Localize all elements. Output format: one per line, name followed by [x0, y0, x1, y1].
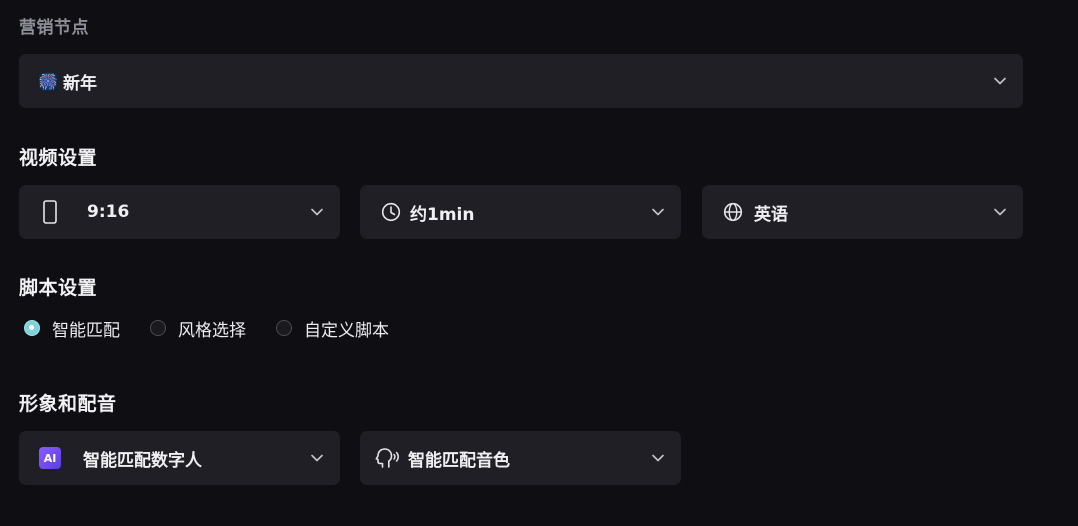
radio-indicator[interactable] [24, 320, 40, 336]
aspect-ratio-value: 9:16 [87, 202, 130, 222]
clock-icon [378, 199, 404, 225]
language-select[interactable]: 英语 [702, 185, 1023, 239]
script-mode-radio-group: 智能匹配 风格选择 自定义脚本 [24, 316, 419, 341]
radio-custom-script[interactable]: 自定义脚本 [276, 316, 389, 341]
speaking-head-icon [372, 445, 402, 471]
radio-label: 风格选择 [178, 320, 246, 341]
ai-badge: AI [39, 447, 61, 469]
section-title-script: 脚本设置 [19, 277, 98, 299]
aspect-ratio-select[interactable]: 9:16 [19, 185, 340, 239]
marketing-node-select[interactable]: 🎆 新年 [19, 54, 1023, 108]
fireworks-icon: 🎆 [38, 71, 58, 91]
radio-smart-match[interactable]: 智能匹配 [24, 316, 120, 341]
section-title-video: 视频设置 [19, 147, 98, 169]
chevron-down-icon [651, 451, 665, 465]
ai-icon: AI [37, 445, 63, 471]
radio-indicator[interactable] [150, 320, 166, 336]
marketing-node-value: 新年 [63, 73, 97, 94]
phone-portrait-icon [37, 199, 63, 225]
chevron-down-icon [310, 451, 324, 465]
digital-human-value: 智能匹配数字人 [83, 450, 202, 471]
radio-style-select[interactable]: 风格选择 [150, 316, 246, 341]
radio-indicator[interactable] [276, 320, 292, 336]
chevron-down-icon [993, 205, 1007, 219]
voice-select[interactable]: 智能匹配音色 [360, 431, 681, 485]
chevron-down-icon [993, 74, 1007, 88]
duration-value: 约1min [410, 204, 475, 225]
radio-label: 智能匹配 [52, 320, 120, 341]
chevron-down-icon [310, 205, 324, 219]
digital-human-select[interactable]: AI 智能匹配数字人 [19, 431, 340, 485]
globe-icon [720, 199, 746, 225]
radio-label: 自定义脚本 [304, 320, 389, 341]
voice-value: 智能匹配音色 [408, 450, 510, 471]
section-title-marketing: 营销节点 [19, 18, 89, 38]
section-title-avatar: 形象和配音 [19, 393, 117, 415]
chevron-down-icon [651, 205, 665, 219]
duration-select[interactable]: 约1min [360, 185, 681, 239]
language-value: 英语 [754, 204, 788, 225]
